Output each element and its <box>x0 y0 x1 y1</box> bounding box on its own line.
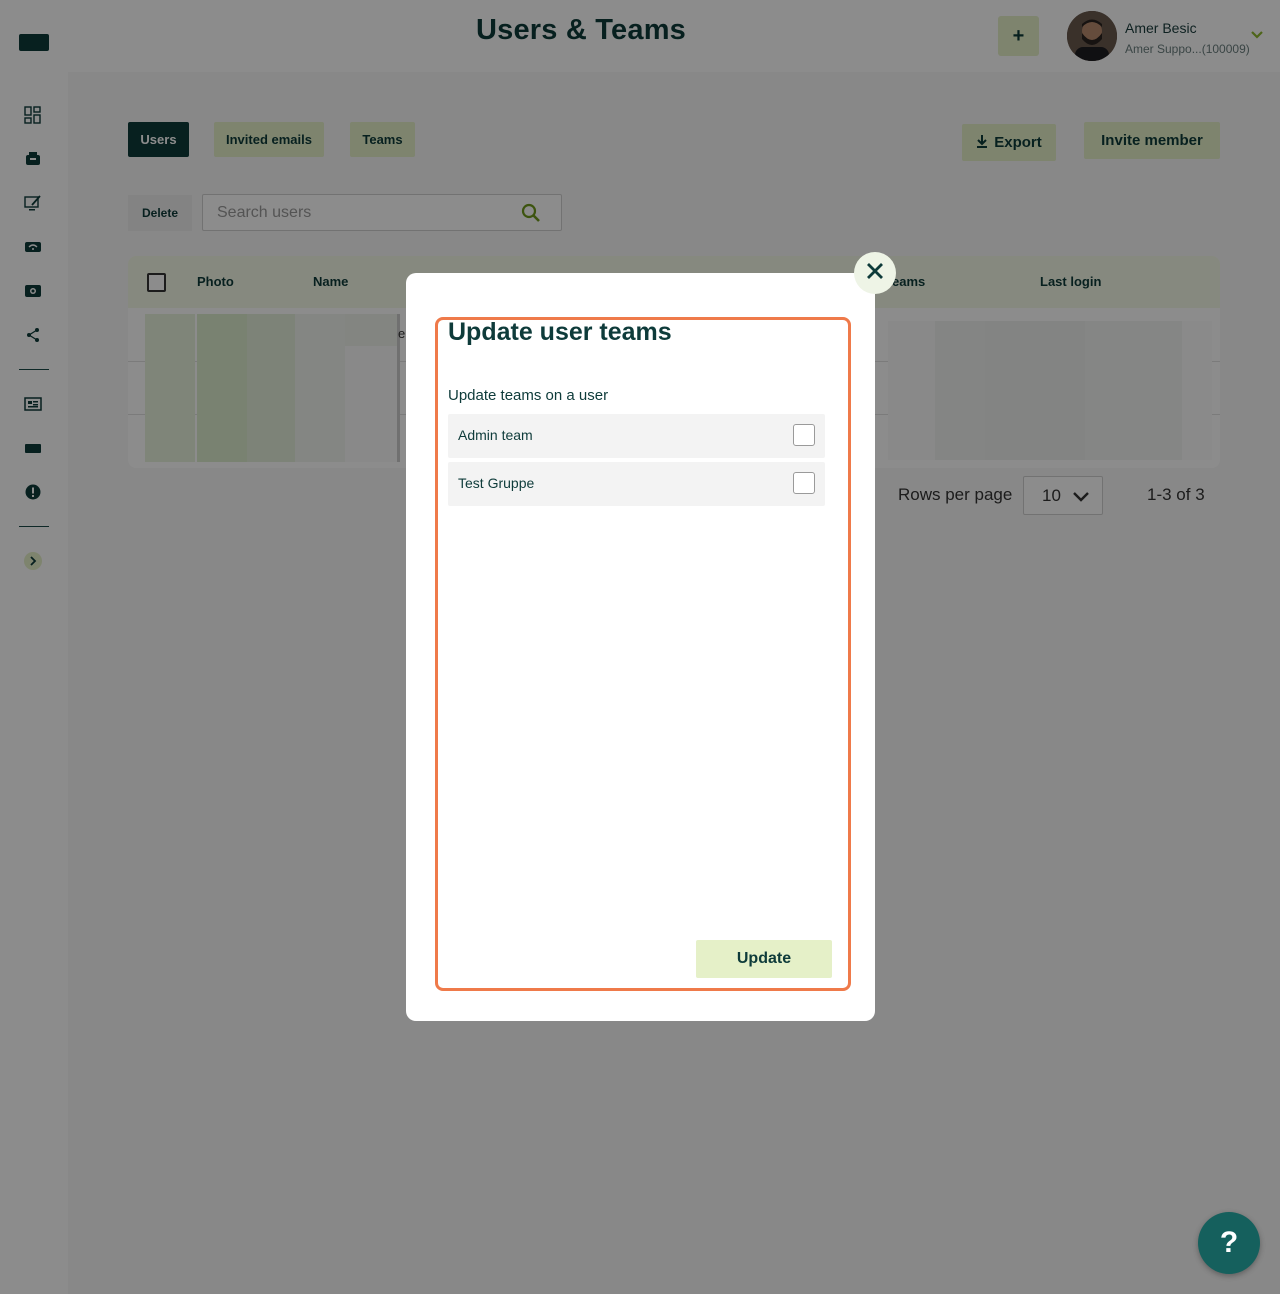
team-option-row[interactable]: Admin team <box>448 414 825 458</box>
team-checkbox[interactable] <box>793 472 815 494</box>
close-icon <box>866 262 884 285</box>
team-checkbox[interactable] <box>793 424 815 446</box>
modal-title: Update user teams <box>448 318 672 346</box>
update-button[interactable]: Update <box>696 940 832 978</box>
help-button[interactable]: ? <box>1198 1212 1260 1274</box>
modal-subtitle: Update teams on a user <box>448 387 609 404</box>
team-option-label: Admin team <box>458 427 533 443</box>
team-option-label: Test Gruppe <box>458 475 535 491</box>
close-modal-button[interactable] <box>854 252 896 294</box>
team-option-row[interactable]: Test Gruppe <box>448 462 825 506</box>
